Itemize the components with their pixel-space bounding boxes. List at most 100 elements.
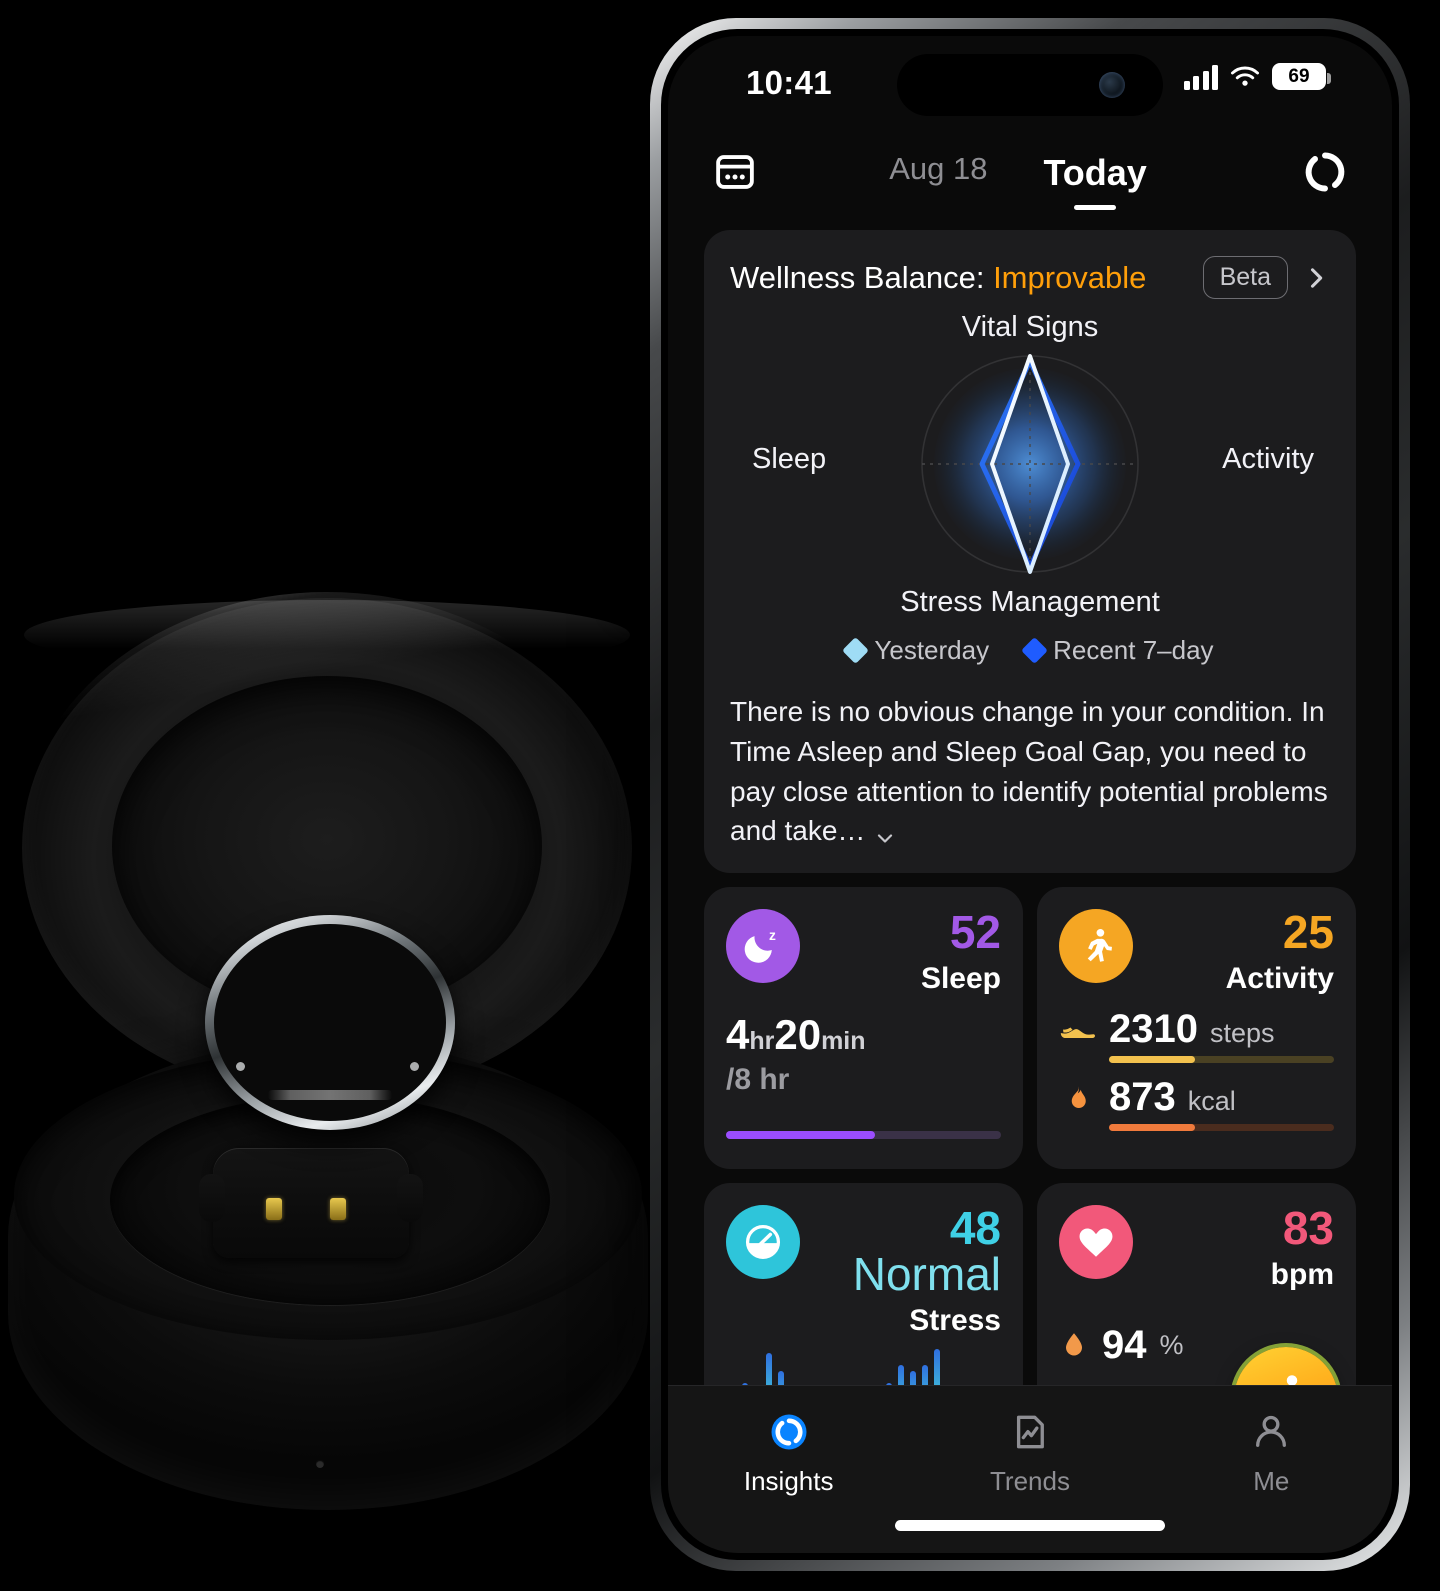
- legend-swatch-recent7day: [1021, 637, 1049, 664]
- activity-calories-track: [1109, 1124, 1334, 1131]
- stress-card-header: 48 Normal Stress: [726, 1205, 1001, 1338]
- date-selector: Aug 18 Today: [758, 151, 1302, 210]
- sleep-duration-block: 4hr20min /8 hr: [726, 1014, 866, 1097]
- case-led-indicator: [316, 1460, 324, 1468]
- stress-status: Normal: [852, 1248, 1001, 1300]
- radar-axis-label-left: Sleep: [752, 443, 827, 475]
- metric-grid: z 52 Sleep 4hr20min /8 hr 25 Activity 23…: [704, 887, 1356, 1465]
- tab-trends[interactable]: Trends: [909, 1410, 1150, 1497]
- chevron-right-icon[interactable]: [1302, 264, 1330, 292]
- wellness-radar-chart: Vital Signs Sleep Activity Stress Manage…: [730, 311, 1330, 618]
- legend-label-recent7day: Recent 7–day: [1053, 635, 1214, 665]
- wifi-icon: [1231, 66, 1259, 86]
- activity-card-header: 25 Activity: [1059, 909, 1334, 996]
- smart-ring-contacts: [268, 1090, 392, 1100]
- charging-pin: [330, 1198, 346, 1220]
- activity-row-steps: 2310 steps: [1059, 1009, 1334, 1063]
- activity-score: 25: [1282, 906, 1334, 958]
- radar-svg: [921, 354, 1139, 574]
- phone-bezel: 10:41 69 Aug 18 Today Wellness Balance: …: [661, 29, 1399, 1560]
- cellular-bars-icon: [1183, 64, 1218, 90]
- heart-rate-unit: bpm: [1270, 1258, 1334, 1291]
- stress-gauge-icon: [726, 1205, 800, 1279]
- activity-steps-line: 2310 steps: [1059, 1009, 1334, 1049]
- active-tab-underline: [1074, 204, 1117, 210]
- sleep-hours-unit: hr: [749, 1027, 775, 1055]
- activity-calories-unit: kcal: [1187, 1086, 1236, 1116]
- bottom-tab-bar: Insights Trends Me: [668, 1385, 1392, 1553]
- phone-screen: 10:41 69 Aug 18 Today Wellness Balance: …: [668, 36, 1392, 1553]
- legend-label-yesterday: Yesterday: [874, 635, 990, 665]
- screenshot-root: 10:41 69 Aug 18 Today Wellness Balance: …: [0, 0, 1440, 1591]
- chevron-down-icon[interactable]: [873, 821, 897, 845]
- wellness-description-row[interactable]: There is no obvious change in your condi…: [730, 692, 1330, 851]
- legend-swatch-yesterday: [842, 637, 870, 664]
- heart-score-block: 83 bpm: [1271, 1205, 1334, 1292]
- ring-logo-icon[interactable]: [1302, 149, 1348, 195]
- sleep-card[interactable]: z 52 Sleep 4hr20min /8 hr: [704, 887, 1023, 1169]
- svg-text:z: z: [769, 928, 776, 943]
- tab-insights-label: Insights: [743, 1466, 834, 1496]
- sleep-duration: 4hr20min: [726, 1014, 866, 1056]
- sleep-minutes: 20: [774, 1011, 822, 1058]
- moon-zzz-icon: z: [726, 909, 800, 983]
- phone-device: 10:41 69 Aug 18 Today Wellness Balance: …: [650, 18, 1410, 1571]
- activity-steps-unit: steps: [1209, 1018, 1275, 1048]
- wellness-title-prefix: Wellness Balance:: [730, 259, 994, 295]
- spo2-unit: %: [1159, 1329, 1184, 1360]
- wellness-balance-card[interactable]: Wellness Balance: Improvable Beta Vital …: [704, 230, 1356, 873]
- charging-case-lid-rim: [24, 600, 630, 670]
- date-today-label: Today: [1043, 151, 1147, 193]
- battery-level-label: 69: [1288, 66, 1310, 87]
- sleep-progress-fill: [726, 1131, 875, 1139]
- radar-axis-label-right: Activity: [1222, 443, 1314, 475]
- tab-trends-label: Trends: [990, 1466, 1070, 1496]
- chart-document-icon: [1008, 1410, 1052, 1454]
- wellness-description: There is no obvious change in your condi…: [730, 696, 1328, 847]
- heart-rate-value: 83: [1282, 1202, 1334, 1254]
- home-indicator[interactable]: [895, 1520, 1165, 1531]
- legend-item-yesterday: Yesterday: [842, 635, 990, 666]
- sleep-minutes-unit: min: [821, 1027, 866, 1055]
- sleep-hours: 4: [726, 1011, 750, 1058]
- running-icon: [1059, 909, 1133, 983]
- smart-ring-product-image: [0, 560, 660, 1590]
- card-list-icon[interactable]: [712, 149, 758, 195]
- dynamic-island: [897, 54, 1163, 116]
- scroll-content: Wellness Balance: Improvable Beta Vital …: [668, 216, 1392, 1465]
- heart-card-header: 83 bpm: [1059, 1205, 1334, 1292]
- spo2-value: 94: [1102, 1323, 1147, 1367]
- heart-icon: [1059, 1205, 1133, 1279]
- charging-pin: [266, 1198, 282, 1220]
- spo2-row: 94 %: [1059, 1325, 1196, 1365]
- smart-ring-sensor: [410, 1062, 419, 1071]
- front-camera-icon: [1099, 72, 1125, 98]
- sleep-card-header: z 52 Sleep: [726, 909, 1001, 996]
- legend-item-recent7day: Recent 7–day: [1021, 635, 1214, 666]
- activity-label: Activity: [1225, 962, 1334, 995]
- status-bar: 10:41 69: [668, 36, 1392, 128]
- activity-steps-fill: [1109, 1056, 1195, 1063]
- date-prev-tab[interactable]: Aug 18: [889, 151, 987, 194]
- activity-rows: 2310 steps 873 kcal: [1059, 1009, 1334, 1145]
- person-icon: [1249, 1410, 1293, 1454]
- tab-me-label: Me: [1253, 1466, 1290, 1496]
- activity-score-block: 25 Activity: [1226, 909, 1334, 996]
- sleep-score-block: 52 Sleep: [921, 909, 1001, 996]
- stress-score-block: 48 Normal Stress: [800, 1205, 1001, 1338]
- tab-insights[interactable]: Insights: [668, 1410, 909, 1497]
- tab-me[interactable]: Me: [1151, 1410, 1392, 1497]
- activity-card[interactable]: 25 Activity 2310 steps 873 kcal: [1037, 887, 1356, 1169]
- blood-drop-icon: [1059, 1328, 1089, 1362]
- activity-calories-value: 873: [1109, 1075, 1176, 1119]
- date-today-tab[interactable]: Today: [1043, 151, 1147, 210]
- activity-calories-line: 873 kcal: [1059, 1077, 1334, 1117]
- battery-icon: 69: [1272, 63, 1331, 90]
- smart-ring-sensor: [236, 1062, 245, 1071]
- sleep-goal: /8 hr: [726, 1063, 790, 1096]
- sleep-score: 52: [949, 906, 1001, 958]
- beta-badge: Beta: [1202, 256, 1288, 299]
- stress-label: Stress: [909, 1304, 1001, 1337]
- status-bar-indicators: 69: [1183, 63, 1331, 90]
- app-header: Aug 18 Today: [668, 128, 1392, 216]
